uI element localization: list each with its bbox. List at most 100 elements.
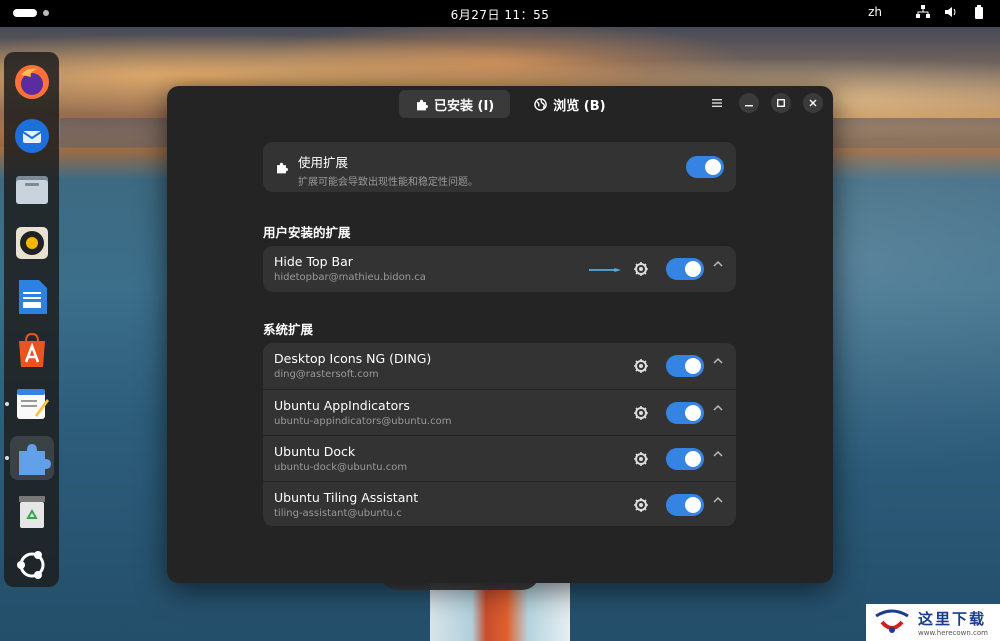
ubuntu-icon [16, 551, 44, 580]
puzzle-icon [277, 162, 288, 174]
user-extensions-list: Hide Top Bar hidetopbar@mathieu.bidon.ca [263, 246, 736, 292]
watermark: 这里下载 www.herecown.com [866, 604, 1000, 641]
app-center-icon [18, 333, 45, 368]
extension-switch[interactable] [666, 402, 704, 424]
running-indicator [4, 455, 9, 460]
chevron-up-icon[interactable] [713, 450, 723, 458]
dock-item-text-editor[interactable] [4, 382, 54, 426]
battery-icon [972, 5, 986, 19]
top-bar: 6月27日 11：55 zh [0, 0, 1000, 27]
switch-knob [685, 358, 701, 374]
extension-uuid: ubuntu-dock@ubuntu.com [274, 462, 408, 473]
use-extensions-switch[interactable] [686, 156, 724, 178]
tab-browse-label: 浏览 (B) [553, 98, 606, 114]
view-switcher: 已安装 (I) 浏览 (B) [399, 90, 622, 118]
system-extensions-list: Desktop Icons NG (DING) ding@rastersoft.… [263, 343, 736, 526]
dock-item-thunderbird[interactable] [10, 114, 54, 158]
writer-icon [18, 279, 47, 314]
chevron-up-icon[interactable] [713, 404, 723, 412]
settings-gear-icon[interactable] [633, 358, 649, 374]
close-button[interactable] [803, 93, 823, 113]
switch-knob [685, 261, 701, 277]
maximize-button[interactable] [771, 93, 791, 113]
dock-item-extensions[interactable] [4, 435, 54, 480]
minimize-icon [745, 105, 753, 107]
use-extensions-card: 使用扩展 扩展可能会导致出现性能和稳定性问题。 [263, 142, 736, 192]
system-tray[interactable]: zh [868, 5, 986, 19]
thunderbird-icon [14, 118, 49, 153]
extension-name: Ubuntu Tiling Assistant [274, 490, 419, 505]
watermark-logo-icon [875, 609, 909, 633]
extension-switch[interactable] [666, 355, 704, 377]
running-indicator [4, 402, 9, 407]
use-extensions-subtitle: 扩展可能会导致出现性能和稳定性问题。 [298, 177, 478, 188]
wallpaper-ship [430, 582, 570, 641]
extension-row[interactable]: Ubuntu Tiling Assistant tiling-assistant… [263, 481, 736, 527]
switch-knob [705, 159, 721, 175]
extension-row[interactable]: Hide Top Bar hidetopbar@mathieu.bidon.ca [263, 246, 736, 292]
extension-switch[interactable] [666, 448, 704, 470]
dock-item-firefox[interactable] [10, 60, 54, 104]
dock-item-show-apps[interactable] [10, 543, 54, 587]
firefox-icon [14, 64, 49, 99]
watermark-url: www.herecown.com [918, 629, 988, 637]
extension-uuid: ubuntu-appindicators@ubuntu.com [274, 416, 452, 427]
hamburger-icon [712, 99, 722, 107]
close-icon [809, 99, 817, 107]
settings-gear-icon[interactable] [633, 261, 649, 277]
tab-browse[interactable]: 浏览 (B) [518, 90, 621, 118]
puzzle-icon [417, 99, 428, 110]
chevron-up-icon[interactable] [713, 357, 723, 365]
puzzle-icon [18, 443, 51, 475]
watermark-cn: 这里下载 [918, 610, 987, 628]
switch-knob [685, 451, 701, 467]
annotation-arrow [589, 268, 621, 272]
globe-icon [534, 97, 548, 111]
extension-row[interactable]: Ubuntu Dock ubuntu-dock@ubuntu.com [263, 435, 736, 481]
settings-gear-icon[interactable] [633, 405, 649, 421]
system-extensions-heading: 系统扩展 [263, 322, 314, 337]
text-editor-icon [16, 389, 49, 420]
settings-gear-icon[interactable] [633, 451, 649, 467]
switch-knob [685, 405, 701, 421]
extension-row[interactable]: Desktop Icons NG (DING) ding@rastersoft.… [263, 343, 736, 389]
settings-gear-icon[interactable] [633, 497, 649, 513]
tab-installed-label: 已安装 (I) [434, 98, 495, 114]
main-menu-button[interactable] [707, 93, 727, 113]
extension-name: Hide Top Bar [274, 254, 353, 269]
header-bar: 已安装 (I) 浏览 (B) [167, 86, 833, 126]
extension-name: Ubuntu AppIndicators [274, 398, 410, 413]
chevron-up-icon[interactable] [713, 260, 723, 268]
rhythmbox-icon [15, 226, 48, 259]
extension-switch[interactable] [666, 494, 704, 516]
chevron-up-icon[interactable] [713, 496, 723, 504]
dock-item-writer[interactable] [10, 275, 54, 319]
dock [4, 52, 59, 587]
dock-item-files[interactable] [10, 167, 54, 211]
dock-item-trash[interactable] [10, 490, 54, 534]
dock-item-app-center[interactable] [10, 329, 54, 373]
dock-item-rhythmbox[interactable] [10, 221, 54, 265]
extension-switch[interactable] [666, 258, 704, 280]
switch-knob [685, 497, 701, 513]
extensions-window: 已安装 (I) 浏览 (B) 使用扩展 扩展可能会导致出现性能和稳定性问题。 用… [167, 86, 833, 583]
use-extensions-title: 使用扩展 [298, 155, 349, 170]
volume-icon [944, 5, 958, 19]
extension-name: Ubuntu Dock [274, 444, 356, 459]
extension-row[interactable]: Ubuntu AppIndicators ubuntu-appindicator… [263, 389, 736, 435]
maximize-icon [777, 99, 785, 107]
extension-uuid: hidetopbar@mathieu.bidon.ca [274, 272, 426, 283]
watermark-text: 这里下载 www.herecown.com [918, 608, 988, 637]
extension-uuid: ding@rastersoft.com [274, 369, 379, 380]
clock[interactable]: 6月27日 11：55 [0, 6, 1000, 23]
network-icon [916, 5, 930, 19]
window-controls [707, 93, 823, 113]
files-icon [15, 176, 48, 205]
trash-icon [18, 496, 45, 529]
user-extensions-heading: 用户安装的扩展 [263, 225, 351, 240]
minimize-button[interactable] [739, 93, 759, 113]
tab-installed[interactable]: 已安装 (I) [399, 90, 511, 118]
extension-uuid: tiling-assistant@ubuntu.c [274, 508, 402, 519]
extension-name: Desktop Icons NG (DING) [274, 351, 432, 366]
input-language[interactable]: zh [868, 5, 882, 19]
